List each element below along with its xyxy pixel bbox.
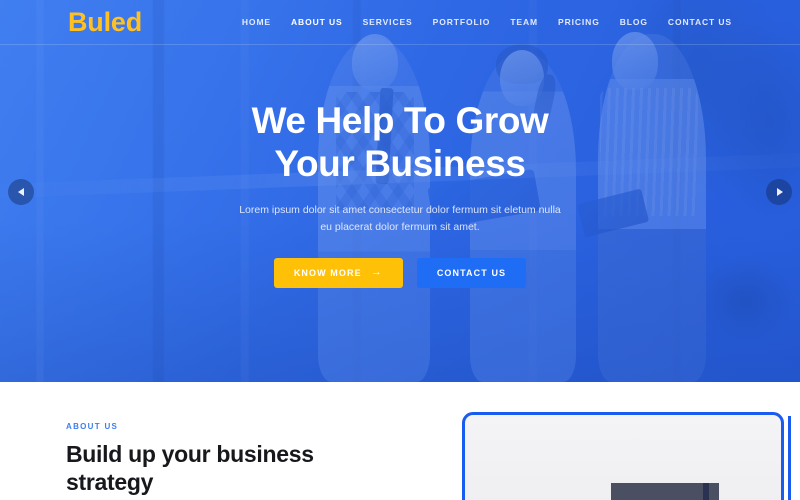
- about-eyebrow: ABOUT US: [66, 422, 119, 431]
- nav-item-portfolio[interactable]: PORTFOLIO: [433, 17, 491, 27]
- hero-content: We Help To Grow Your Business Lorem ipsu…: [0, 0, 800, 382]
- frame-right-edge-bar: [788, 416, 791, 500]
- contact-us-button[interactable]: CONTACT US: [416, 257, 527, 288]
- hero-title: We Help To Grow Your Business: [252, 100, 549, 186]
- chevron-left-icon: [17, 188, 24, 196]
- nav-menu: HOME ABOUT US SERVICES PORTFOLIO TEAM PR…: [242, 17, 770, 27]
- site-logo[interactable]: Buled: [68, 8, 142, 36]
- nav-item-blog[interactable]: BLOG: [620, 17, 648, 27]
- nav-item-about-us[interactable]: ABOUT US: [291, 17, 343, 27]
- nav-item-home[interactable]: HOME: [242, 17, 271, 27]
- hero-subtitle: Lorem ipsum dolor sit amet consectetur d…: [235, 202, 565, 236]
- carousel-next-button[interactable]: [766, 179, 792, 205]
- nav-item-pricing[interactable]: PRICING: [558, 17, 600, 27]
- notebook-elastic-band: [703, 483, 709, 500]
- about-image-frame: [462, 412, 784, 500]
- about-image-column: [440, 382, 800, 500]
- hero-subtitle-line-1: Lorem ipsum dolor sit amet consectetur d…: [239, 203, 502, 216]
- about-section: ABOUT US Build up your business strategy: [0, 382, 800, 500]
- know-more-button[interactable]: KNOW MORE →: [273, 257, 403, 288]
- know-more-label: KNOW MORE: [293, 267, 362, 278]
- chevron-right-icon: [776, 188, 783, 196]
- hero-title-line-1: We Help To Grow: [251, 100, 549, 142]
- about-text-column: ABOUT US Build up your business strategy: [0, 382, 440, 500]
- hero-section: Buled HOME ABOUT US SERVICES PORTFOLIO T…: [0, 0, 800, 382]
- about-title: Build up your business strategy: [66, 441, 314, 496]
- carousel-prev-button[interactable]: [8, 179, 34, 205]
- hero-title-line-2: Your Business: [274, 143, 526, 184]
- hero-action-buttons: KNOW MORE → CONTACT US: [273, 257, 527, 288]
- nav-item-services[interactable]: SERVICES: [363, 17, 413, 27]
- nav-item-contact-us[interactable]: CONTACT US: [668, 17, 732, 27]
- arrow-right-icon: →: [370, 266, 383, 279]
- landing-page: Buled HOME ABOUT US SERVICES PORTFOLIO T…: [0, 0, 800, 500]
- nav-item-team[interactable]: TEAM: [510, 17, 538, 27]
- main-navigation: Buled HOME ABOUT US SERVICES PORTFOLIO T…: [0, 0, 800, 44]
